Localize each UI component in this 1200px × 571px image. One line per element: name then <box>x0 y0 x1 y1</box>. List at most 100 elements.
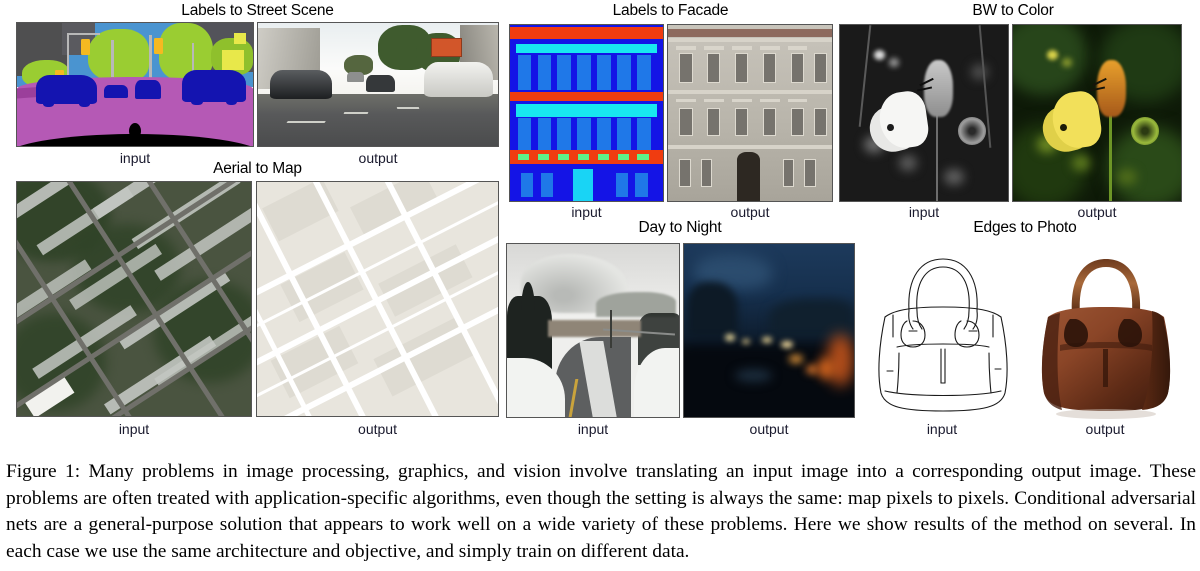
facade-cornice-mid <box>510 91 663 101</box>
bw-bokeh <box>888 58 899 68</box>
facade-photo-window <box>735 53 749 84</box>
facade-photo-door <box>736 151 760 201</box>
facade-window <box>557 118 572 150</box>
bag-shadow <box>1056 409 1156 419</box>
edges-to-photo-input-label: input <box>926 421 958 437</box>
photo-van-right <box>423 62 494 97</box>
facade-photo-window <box>735 107 749 136</box>
photo-car-center <box>366 74 395 92</box>
bw-to-color-input-label: input <box>908 204 940 220</box>
facade-shop-window <box>615 151 631 163</box>
segment-pole-a <box>66 32 70 78</box>
color-bokeh <box>1061 58 1072 68</box>
color-butterfly-canvas <box>1013 25 1181 201</box>
panel-title-aerial-to-map: Aerial to Map <box>213 160 302 177</box>
handbag-photo-svg <box>1041 259 1171 419</box>
segment-car-3 <box>135 79 161 100</box>
facade-window <box>577 118 592 150</box>
facade-sill-row-2 <box>516 104 657 117</box>
facade-photo-window <box>707 53 721 84</box>
bw-wing-spot <box>887 123 894 131</box>
day-village <box>548 320 642 338</box>
facade-window-cap <box>787 98 808 103</box>
segment-traffic-light-b <box>153 37 164 54</box>
facade-photo-window <box>763 53 777 84</box>
bw-to-color-input-image <box>839 24 1009 202</box>
facade-sill-row-1 <box>516 44 657 54</box>
facade-window <box>577 54 592 91</box>
aerial-to-map-output-label: output <box>358 421 397 437</box>
facade-photo-window <box>791 107 805 136</box>
facade-shop-window <box>536 151 552 163</box>
facade-ledge <box>668 144 832 149</box>
facade-window <box>597 118 611 150</box>
segment-sign-a <box>222 50 244 70</box>
bag-zipper <box>1103 349 1108 387</box>
facade-photo-window <box>791 53 805 84</box>
edges-to-photo-output-label: output <box>1085 421 1125 437</box>
bw-to-color-output-image <box>1012 24 1182 202</box>
night-town-light <box>762 337 773 343</box>
facade-frieze <box>668 28 832 38</box>
facade-photo-window <box>813 107 828 136</box>
segment-car-1 <box>35 74 98 108</box>
facade-shop-window <box>575 151 592 163</box>
day-conifer <box>520 282 535 341</box>
day-to-night-output-image <box>683 243 855 418</box>
segment-pole-b <box>111 40 114 78</box>
facade-label-canvas <box>510 25 663 201</box>
facade-photo-window <box>679 53 693 84</box>
street-photo-canvas <box>258 23 498 146</box>
facade-photo-canvas <box>668 25 832 201</box>
facade-window-cap <box>731 98 752 103</box>
photo-lane-marking-b <box>343 112 369 115</box>
facade-photo-window <box>707 107 721 136</box>
facade-window-cap <box>759 98 780 103</box>
labels-to-facade-output-image <box>667 24 833 202</box>
facade-window <box>617 54 631 91</box>
facade-window-cap <box>676 98 696 103</box>
segment-sign-b <box>234 32 246 44</box>
segment-hood-ornament <box>129 122 141 139</box>
facade-shop-window <box>595 151 611 163</box>
aerial-to-map-input-image <box>16 181 252 417</box>
facade-photo-window-ground <box>700 158 713 187</box>
labels-to-street-scene-input-image <box>16 22 254 147</box>
segmentation-canvas <box>17 23 253 146</box>
facade-ledge <box>668 90 832 95</box>
day-to-night-input-label: input <box>577 421 609 437</box>
aerial-canvas <box>17 182 251 416</box>
facade-shop-window <box>516 151 532 163</box>
facade-window <box>537 118 552 150</box>
labels-to-facade-input-image <box>509 24 664 202</box>
map-canvas <box>257 182 498 416</box>
segment-car-wheel <box>191 97 203 105</box>
panel-title-labels-to-street-scene: Labels to Street Scene <box>181 2 334 19</box>
facade-window-cap <box>787 46 808 50</box>
facade-photo-window-ground <box>679 158 691 187</box>
facade-window <box>636 54 651 91</box>
figure-1: Labels to Street Scene input output Aeri… <box>0 0 1200 571</box>
facade-photo-window-ground <box>804 158 816 187</box>
labels-to-facade-output-label: output <box>730 204 770 220</box>
facade-window-cap <box>759 46 780 50</box>
day-photo-canvas <box>507 244 679 417</box>
facade-photo-window <box>679 107 693 136</box>
bw-to-color-output-label: output <box>1077 204 1117 220</box>
photo-car-far <box>346 72 364 83</box>
segment-vegetation-a <box>87 29 150 81</box>
bag-handle-left <box>1071 259 1141 313</box>
night-town-light <box>724 333 735 341</box>
night-ridge <box>769 299 854 338</box>
day-to-night-input-image <box>506 243 680 418</box>
edges-to-photo-input-image <box>862 240 1022 420</box>
photo-billboard <box>430 37 462 57</box>
figure-caption: Figure 1: Many problems in image process… <box>6 461 1196 562</box>
facade-window-cap <box>676 46 696 50</box>
day-utility-pole <box>610 309 613 348</box>
facade-window-cap <box>704 46 724 50</box>
segment-car-4 <box>182 69 246 105</box>
color-wing-spot <box>1060 123 1067 131</box>
facade-window-ground <box>540 172 553 198</box>
panel-title-edges-to-photo: Edges to Photo <box>973 219 1077 236</box>
